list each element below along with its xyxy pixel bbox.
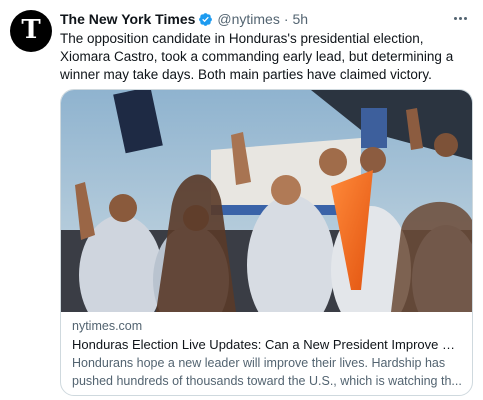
tweet-header: The New York Times @nytimes · 5h bbox=[60, 10, 471, 28]
avatar[interactable]: T bbox=[10, 10, 52, 52]
card-domain: nytimes.com bbox=[72, 319, 143, 333]
timestamp[interactable]: 5h bbox=[293, 10, 309, 28]
tweet-content: The New York Times @nytimes · 5h The opp… bbox=[60, 10, 471, 84]
card-description: Hondurans hope a new leader will improve… bbox=[72, 356, 462, 388]
link-card[interactable]: nytimes.com Honduras Election Live Updat… bbox=[60, 89, 473, 396]
separator-dot: · bbox=[283, 11, 289, 27]
author-handle[interactable]: @nytimes bbox=[217, 10, 279, 28]
tweet-text: The opposition candidate in Honduras's p… bbox=[60, 31, 454, 82]
rally-crowd-photo[interactable] bbox=[61, 90, 472, 312]
verified-badge-icon bbox=[199, 12, 213, 26]
tweet[interactable]: T The New York Times @nytimes · 5h The o… bbox=[0, 0, 483, 400]
card-title[interactable]: Honduras Election Live Updates: Can a Ne… bbox=[72, 335, 462, 354]
avatar-logo: T bbox=[21, 15, 41, 45]
card-body: nytimes.com Honduras Election Live Updat… bbox=[61, 312, 472, 390]
author-name[interactable]: The New York Times bbox=[60, 10, 195, 28]
